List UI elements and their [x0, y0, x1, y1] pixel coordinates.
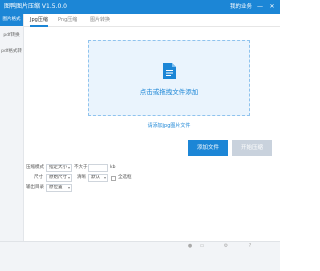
file-icon — [163, 63, 176, 79]
dropzone-text: 点击或拖拽文件添加 — [139, 88, 199, 96]
chat-icon[interactable]: ▭ — [198, 243, 206, 249]
sidebar: 图片格式 pdf转换 pdf格式转 — [0, 14, 24, 270]
tab-jpg-compress[interactable]: Jpg压缩 — [30, 14, 48, 27]
sidebar-item-image-format[interactable]: 图片格式 — [0, 14, 23, 26]
tab-image-convert[interactable]: 图片转换 — [90, 14, 110, 26]
file-dropzone[interactable]: 点击或拖拽文件添加 — [88, 40, 250, 116]
select-all-checkbox[interactable] — [111, 175, 116, 181]
start-compress-button[interactable]: 开始压缩 — [232, 140, 272, 156]
output-dir-select[interactable]: 原位置 — [46, 184, 72, 192]
title-bar: 图鸭图片压缩 V1.5.0.0 我的业务 — ✕ — [0, 0, 280, 14]
main-panel: Jpg压缩 Png压缩 图片转换 点击或拖拽文件添加 请添加jpg图片文件 添加… — [24, 14, 280, 270]
my-business-link[interactable]: 我的业务 — [230, 2, 252, 12]
output-dir-label: 输出目录 — [26, 185, 44, 190]
window-title: 图鸭图片压缩 V1.5.0.0 — [4, 3, 68, 10]
size-unit-label: kb — [110, 165, 116, 170]
settings-icon[interactable]: ⚙ — [222, 243, 230, 249]
close-icon[interactable]: ✕ — [268, 3, 276, 11]
tab-bar: Jpg压缩 Png压缩 图片转换 — [24, 14, 280, 27]
select-all-label: 全选框 — [118, 175, 132, 180]
file-type-note: 请添加jpg图片文件 — [147, 123, 191, 129]
quality-label: 清晰 — [77, 175, 86, 180]
minimize-icon[interactable]: — — [256, 3, 264, 11]
compress-mode-select[interactable]: 指定大小 — [46, 164, 72, 172]
compress-mode-label: 压缩模式 — [26, 165, 44, 170]
size-limit-prefix: 不大于 — [74, 165, 88, 170]
person-icon[interactable]: ● — [186, 243, 194, 249]
sidebar-item-pdf-convert[interactable]: pdf转换 — [0, 30, 23, 42]
quality-select[interactable]: 默认 — [88, 174, 108, 182]
title-bar-controls: 我的业务 — ✕ — [230, 2, 276, 12]
add-file-button[interactable]: 添加文件 — [188, 140, 228, 156]
sidebar-item-pdf-format[interactable]: pdf格式转 — [0, 46, 23, 58]
tab-png-compress[interactable]: Png压缩 — [58, 14, 77, 26]
dimension-select[interactable]: 原始尺寸 — [46, 174, 72, 182]
help-icon[interactable]: ? — [246, 243, 254, 249]
dimension-label: 尺寸 — [34, 175, 43, 180]
settings-panel: 压缩模式 指定大小 不大于 kb 尺寸 原始尺寸 清晰 默认 全选框 输出目录 … — [24, 162, 280, 202]
footer-bar: ● ▭ ⚙ ? — [0, 241, 280, 271]
size-limit-input[interactable] — [88, 164, 108, 172]
